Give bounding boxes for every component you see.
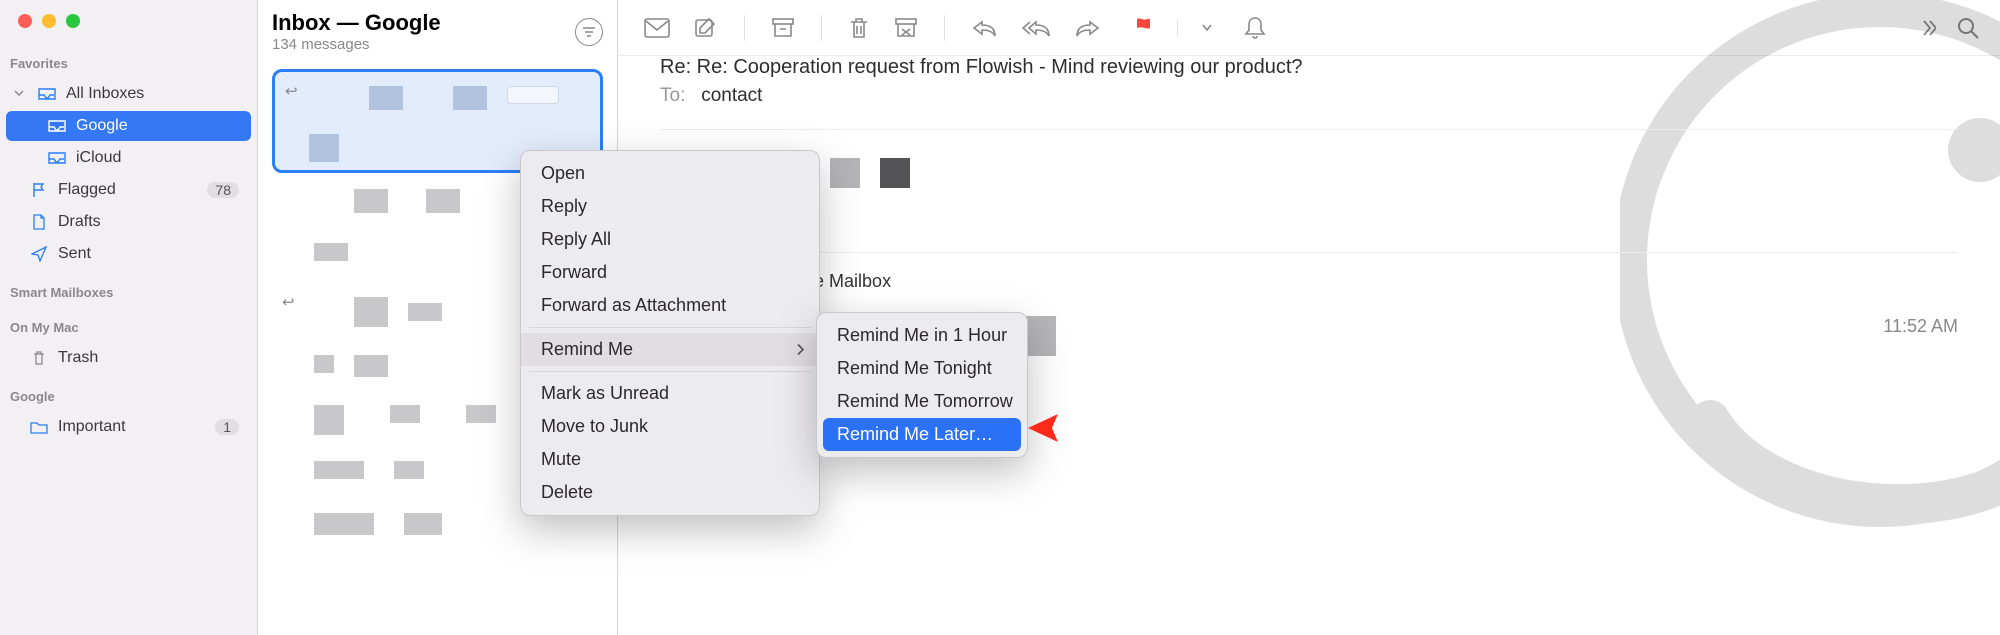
remind-later[interactable]: Remind Me Later…	[823, 418, 1021, 451]
remind-me-submenu: Remind Me in 1 Hour Remind Me Tonight Re…	[816, 312, 1028, 458]
sidebar-item-flagged[interactable]: Flagged 78	[6, 175, 251, 205]
junk-icon[interactable]	[894, 17, 918, 39]
sidebar-item-icloud[interactable]: iCloud	[6, 143, 251, 173]
ctx-mute[interactable]: Mute	[521, 443, 819, 476]
trash-icon[interactable]	[848, 16, 870, 40]
sidebar-item-google[interactable]: Google	[6, 111, 251, 141]
trash-icon	[30, 350, 48, 366]
ctx-separator	[529, 327, 811, 328]
reply-icon[interactable]	[971, 18, 997, 38]
message-list-header: Inbox — Google 134 messages	[258, 0, 617, 59]
sidebar-item-label: Sent	[58, 245, 91, 263]
section-smart-mailboxes: Smart Mailboxes	[0, 271, 257, 306]
chevron-down-icon	[14, 85, 26, 103]
inbox-title: Inbox — Google	[272, 10, 441, 36]
ctx-reply[interactable]: Reply	[521, 190, 819, 223]
sidebar-item-trash[interactable]: Trash	[6, 343, 251, 373]
forward-icon[interactable]	[1075, 18, 1101, 38]
document-icon	[30, 214, 48, 230]
ctx-reply-all[interactable]: Reply All	[521, 223, 819, 256]
envelope-icon[interactable]	[644, 18, 670, 38]
ctx-forward[interactable]: Forward	[521, 256, 819, 289]
section-on-my-mac: On My Mac	[0, 306, 257, 341]
bell-icon[interactable]	[1244, 16, 1266, 40]
to-value: contact	[701, 85, 762, 106]
minimize-window-button[interactable]	[42, 14, 56, 28]
sidebar-item-label: All Inboxes	[66, 85, 144, 103]
message-timestamp: 11:52 AM	[1883, 316, 1958, 337]
archive-icon[interactable]	[771, 17, 795, 39]
ctx-remind-me[interactable]: Remind Me	[521, 333, 819, 366]
paper-plane-icon	[30, 246, 48, 262]
close-window-button[interactable]	[18, 14, 32, 28]
ctx-forward-attachment[interactable]: Forward as Attachment	[521, 289, 819, 322]
inbox-tray-icon	[48, 151, 66, 165]
window-controls	[0, 0, 257, 42]
sidebar-item-drafts[interactable]: Drafts	[6, 207, 251, 237]
sidebar-item-label: Trash	[58, 349, 98, 367]
replied-icon: ↩	[285, 82, 298, 100]
sidebar-item-all-inboxes[interactable]: All Inboxes	[6, 79, 251, 109]
to-label: To:	[660, 85, 685, 106]
sidebar-item-label: Google	[76, 117, 128, 135]
ctx-mark-unread[interactable]: Mark as Unread	[521, 377, 819, 410]
ctx-remind-me-label: Remind Me	[541, 339, 633, 359]
flag-icon[interactable]	[1133, 17, 1153, 39]
sidebar-item-sent[interactable]: Sent	[6, 239, 251, 269]
sidebar-item-label: iCloud	[76, 149, 121, 167]
sidebar-item-important[interactable]: Important 1	[6, 412, 251, 442]
section-google: Google	[0, 375, 257, 410]
sidebar-item-label: Flagged	[58, 181, 116, 199]
chevron-right-icon	[797, 339, 805, 360]
message-subject: Re: Re: Cooperation request from Flowish…	[660, 56, 1958, 79]
body-fragment-mailbox: oogle Mailbox	[660, 271, 1958, 292]
flag-icon	[30, 182, 48, 198]
inbox-tray-icon	[48, 119, 66, 133]
folder-icon	[30, 420, 48, 434]
message-count: 134 messages	[272, 36, 441, 53]
flagged-count-badge: 78	[207, 182, 239, 198]
reply-all-icon[interactable]	[1021, 18, 1051, 38]
remind-1-hour[interactable]: Remind Me in 1 Hour	[817, 319, 1027, 352]
filter-button[interactable]	[575, 18, 603, 46]
body-fragment: otra	[660, 210, 1958, 232]
annotation-arrow-icon	[1028, 408, 1408, 453]
ctx-move-junk[interactable]: Move to Junk	[521, 410, 819, 443]
important-count-badge: 1	[215, 419, 239, 435]
replied-icon: ↩	[282, 293, 295, 311]
zoom-window-button[interactable]	[66, 14, 80, 28]
ctx-separator	[529, 371, 811, 372]
sidebar: Favorites All Inboxes Google iCloud Flag…	[0, 0, 258, 635]
flag-dropdown-chevron-icon[interactable]	[1202, 24, 1212, 32]
section-favorites: Favorites	[0, 42, 257, 77]
remind-tomorrow[interactable]: Remind Me Tomorrow	[817, 385, 1027, 418]
context-menu: Open Reply Reply All Forward Forward as …	[520, 150, 820, 516]
compose-icon[interactable]	[694, 16, 718, 40]
ctx-open[interactable]: Open	[521, 157, 819, 190]
remind-tonight[interactable]: Remind Me Tonight	[817, 352, 1027, 385]
ctx-delete[interactable]: Delete	[521, 476, 819, 509]
message-to-line: To: contact	[660, 85, 1958, 107]
sidebar-item-label: Important	[58, 418, 126, 436]
inbox-tray-icon	[38, 87, 56, 101]
sidebar-item-label: Drafts	[58, 213, 101, 231]
